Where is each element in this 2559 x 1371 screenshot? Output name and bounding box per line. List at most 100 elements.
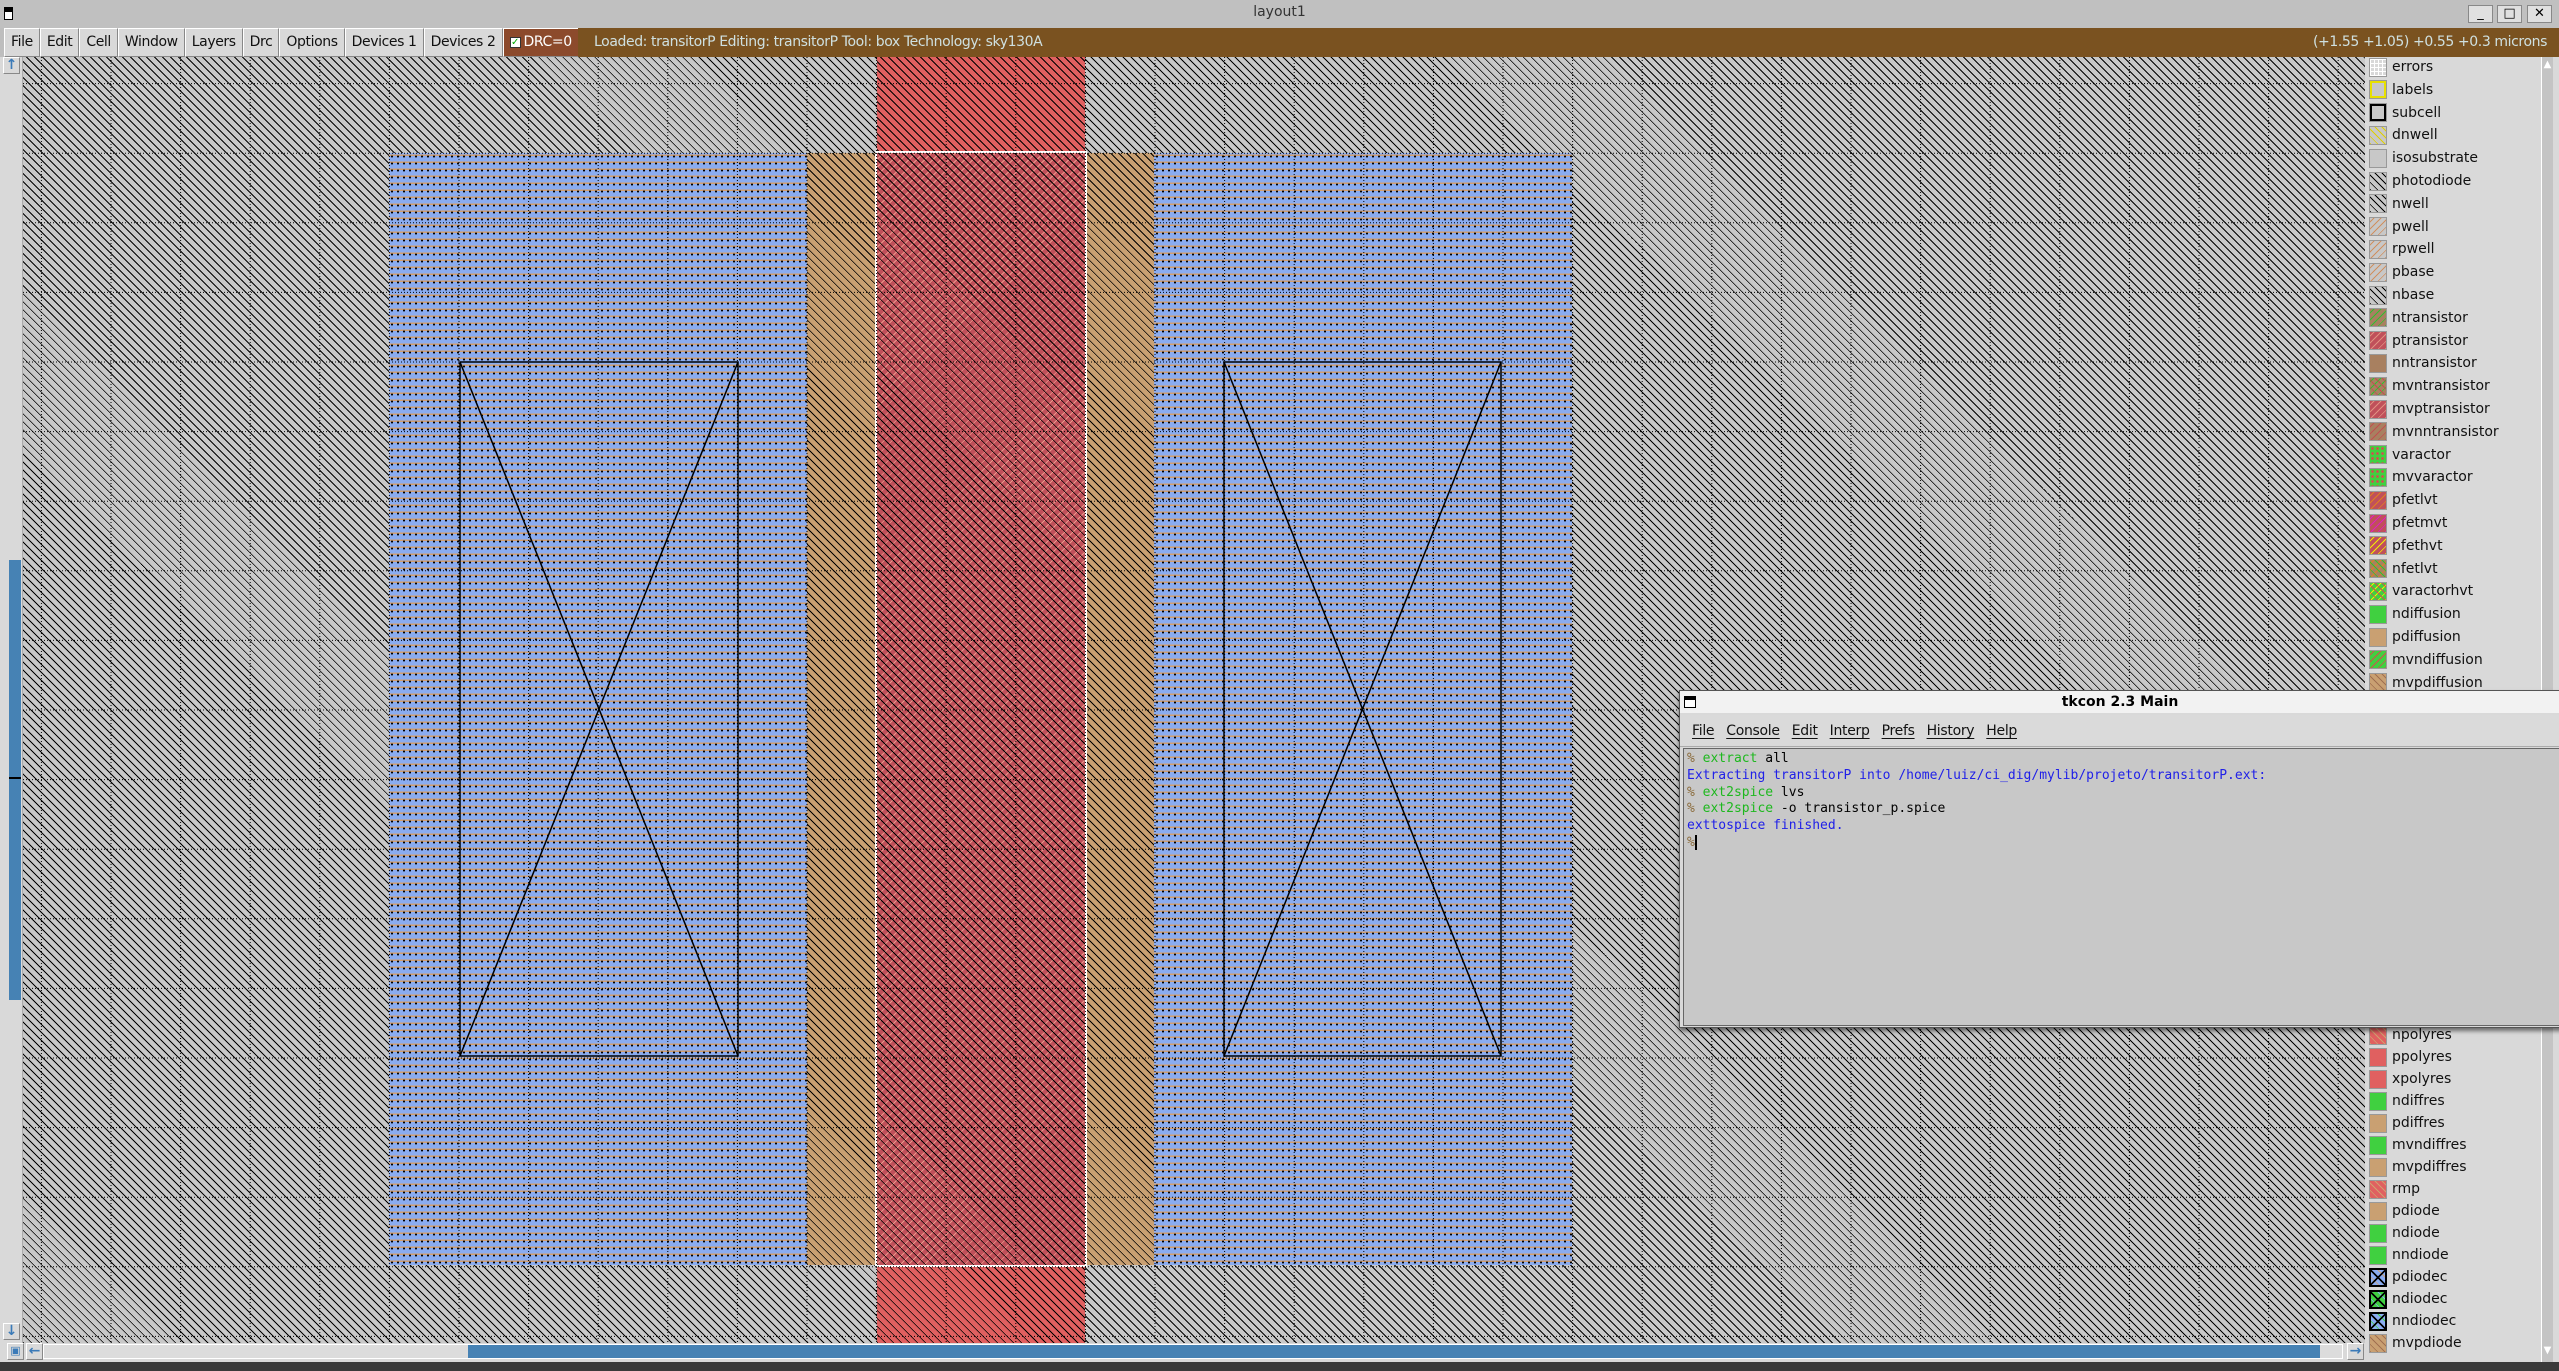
- scroll-up-arrow-icon[interactable]: ↑: [3, 57, 20, 74]
- layer-swatch-icon[interactable]: [2369, 1091, 2387, 1111]
- layer-item-mvndiffres[interactable]: mvndiffres: [2369, 1134, 2467, 1156]
- menu-edit[interactable]: Edit: [39, 28, 80, 57]
- layer-swatch-icon[interactable]: [2369, 353, 2387, 373]
- layer-item-pfetlvt[interactable]: pfetlvt: [2369, 489, 2438, 511]
- layer-swatch-icon[interactable]: [2369, 1113, 2387, 1133]
- layer-item-dnwell[interactable]: dnwell: [2369, 124, 2438, 146]
- layer-swatch-icon[interactable]: [2369, 536, 2387, 556]
- menu-options[interactable]: Options: [279, 28, 345, 57]
- menu-devices-1[interactable]: Devices 1: [344, 28, 424, 57]
- vertical-scroll-thumb[interactable]: [9, 560, 21, 1000]
- layer-item-isosubstrate[interactable]: isosubstrate: [2369, 147, 2478, 169]
- layer-item-mvndiffusion[interactable]: mvndiffusion: [2369, 649, 2483, 671]
- layer-swatch-icon[interactable]: [2369, 262, 2387, 282]
- layer-swatch-icon[interactable]: [2369, 581, 2387, 601]
- layer-swatch-icon[interactable]: [2369, 490, 2387, 510]
- layer-item-ndiodec[interactable]: ndiodec: [2369, 1288, 2447, 1310]
- tkcon-console-text[interactable]: % extract all Extracting transitorP into …: [1683, 748, 2559, 1026]
- layer-swatch-icon[interactable]: [2369, 331, 2387, 351]
- menu-drc[interactable]: Drc: [242, 28, 280, 57]
- layer-item-photodiode[interactable]: photodiode: [2369, 170, 2471, 192]
- layer-swatch-icon[interactable]: [2369, 125, 2387, 145]
- layer-swatch-icon[interactable]: [2369, 513, 2387, 533]
- horizontal-scrollbar[interactable]: ▣ ← →: [0, 1343, 2365, 1362]
- layer-item-rpwell[interactable]: rpwell: [2369, 238, 2435, 260]
- scroll-left-arrow-icon[interactable]: ←: [26, 1343, 43, 1360]
- layer-swatch-icon[interactable]: [2369, 103, 2387, 123]
- layer-item-mvvaractor[interactable]: mvvaractor: [2369, 466, 2473, 488]
- layer-item-errors[interactable]: errors: [2369, 57, 2433, 78]
- layer-swatch-icon[interactable]: [2369, 308, 2387, 328]
- layer-swatch-icon[interactable]: [2369, 1333, 2387, 1353]
- tkcon-menu-prefs[interactable]: Prefs: [1882, 723, 1915, 739]
- layer-item-pdiode[interactable]: pdiode: [2369, 1200, 2440, 1222]
- layer-swatch-icon[interactable]: [2369, 148, 2387, 168]
- layer-item-nntransistor[interactable]: nntransistor: [2369, 352, 2477, 374]
- layer-item-nndiode[interactable]: nndiode: [2369, 1244, 2449, 1266]
- layer-swatch-icon[interactable]: [2369, 1025, 2387, 1045]
- layer-item-pdiodec[interactable]: pdiodec: [2369, 1266, 2447, 1288]
- layer-item-pwell[interactable]: pwell: [2369, 216, 2429, 238]
- scroll-up-arrow-icon[interactable]: ▲: [2542, 59, 2553, 71]
- layer-item-labels[interactable]: labels: [2369, 79, 2433, 101]
- layer-item-mvptransistor[interactable]: mvptransistor: [2369, 398, 2490, 420]
- layer-item-mvpdiode[interactable]: mvpdiode: [2369, 1332, 2462, 1354]
- layer-swatch-icon[interactable]: [2369, 1179, 2387, 1199]
- tkcon-window-menu-icon[interactable]: [1684, 696, 1696, 708]
- maximize-button[interactable]: □: [2497, 5, 2522, 23]
- layer-swatch-icon[interactable]: [2369, 80, 2387, 100]
- layer-item-ndiode[interactable]: ndiode: [2369, 1222, 2440, 1244]
- minimize-button[interactable]: _: [2468, 5, 2493, 23]
- layer-item-nwell[interactable]: nwell: [2369, 193, 2429, 215]
- layer-swatch-icon[interactable]: [2369, 239, 2387, 259]
- layer-item-nbase[interactable]: nbase: [2369, 284, 2434, 306]
- layer-item-nndiodec[interactable]: nndiodec: [2369, 1310, 2456, 1332]
- layer-swatch-icon[interactable]: [2369, 650, 2387, 670]
- layer-item-pdiffres[interactable]: pdiffres: [2369, 1112, 2445, 1134]
- layer-item-rmp[interactable]: rmp: [2369, 1178, 2420, 1200]
- layer-item-subcell[interactable]: subcell: [2369, 102, 2441, 124]
- layer-swatch-icon[interactable]: [2369, 285, 2387, 305]
- layer-swatch-icon[interactable]: [2369, 376, 2387, 396]
- layer-swatch-icon[interactable]: [2369, 1201, 2387, 1221]
- scroll-down-arrow-icon[interactable]: ▼: [2542, 1345, 2553, 1357]
- scroll-right-arrow-icon[interactable]: →: [2347, 1343, 2364, 1360]
- layer-item-ntransistor[interactable]: ntransistor: [2369, 307, 2468, 329]
- layer-swatch-icon[interactable]: [2369, 1069, 2387, 1089]
- drc-toggle-button[interactable]: ✓ DRC=0: [502, 28, 579, 57]
- menu-file[interactable]: File: [4, 28, 40, 57]
- menu-devices-2[interactable]: Devices 2: [423, 28, 503, 57]
- layer-swatch-icon[interactable]: [2369, 422, 2387, 442]
- layer-item-pdiffusion[interactable]: pdiffusion: [2369, 626, 2461, 648]
- tkcon-menu-file[interactable]: File: [1692, 723, 1715, 739]
- layer-item-mvpdiffres[interactable]: mvpdiffres: [2369, 1156, 2467, 1178]
- horizontal-scroll-thumb[interactable]: [468, 1345, 2320, 1358]
- menu-window[interactable]: Window: [117, 28, 185, 57]
- layer-item-ppolyres[interactable]: ppolyres: [2369, 1046, 2452, 1068]
- menu-layers[interactable]: Layers: [184, 28, 243, 57]
- layer-item-ndiffusion[interactable]: ndiffusion: [2369, 603, 2461, 625]
- scroll-down-arrow-icon[interactable]: ↓: [3, 1323, 20, 1340]
- layer-swatch-icon[interactable]: [2369, 467, 2387, 487]
- layer-swatch-icon[interactable]: [2369, 1157, 2387, 1177]
- tkcon-menu-console[interactable]: Console: [1726, 723, 1780, 739]
- layer-swatch-icon[interactable]: [2369, 604, 2387, 624]
- close-button[interactable]: ✕: [2527, 5, 2552, 23]
- zoom-fit-icon[interactable]: ▣: [7, 1343, 24, 1360]
- layer-swatch-icon[interactable]: [2369, 217, 2387, 237]
- layer-item-mvnntransistor[interactable]: mvnntransistor: [2369, 421, 2499, 443]
- layer-swatch-icon[interactable]: [2369, 1135, 2387, 1155]
- tkcon-menu-history[interactable]: History: [1927, 723, 1975, 739]
- layer-item-pfetmvt[interactable]: pfetmvt: [2369, 512, 2447, 534]
- menu-cell[interactable]: Cell: [79, 28, 118, 57]
- layer-item-varactorhvt[interactable]: varactorhvt: [2369, 580, 2473, 602]
- layer-swatch-icon[interactable]: [2369, 1267, 2387, 1287]
- tkcon-menu-help[interactable]: Help: [1986, 723, 2017, 739]
- layer-item-varactor[interactable]: varactor: [2369, 444, 2451, 466]
- layer-item-pbase[interactable]: pbase: [2369, 261, 2434, 283]
- layer-item-pfethvt[interactable]: pfethvt: [2369, 535, 2443, 557]
- layer-swatch-icon[interactable]: [2369, 57, 2387, 77]
- drc-checkbox-icon[interactable]: ✓: [509, 37, 521, 48]
- layer-swatch-icon[interactable]: [2369, 559, 2387, 579]
- layer-swatch-icon[interactable]: [2369, 445, 2387, 465]
